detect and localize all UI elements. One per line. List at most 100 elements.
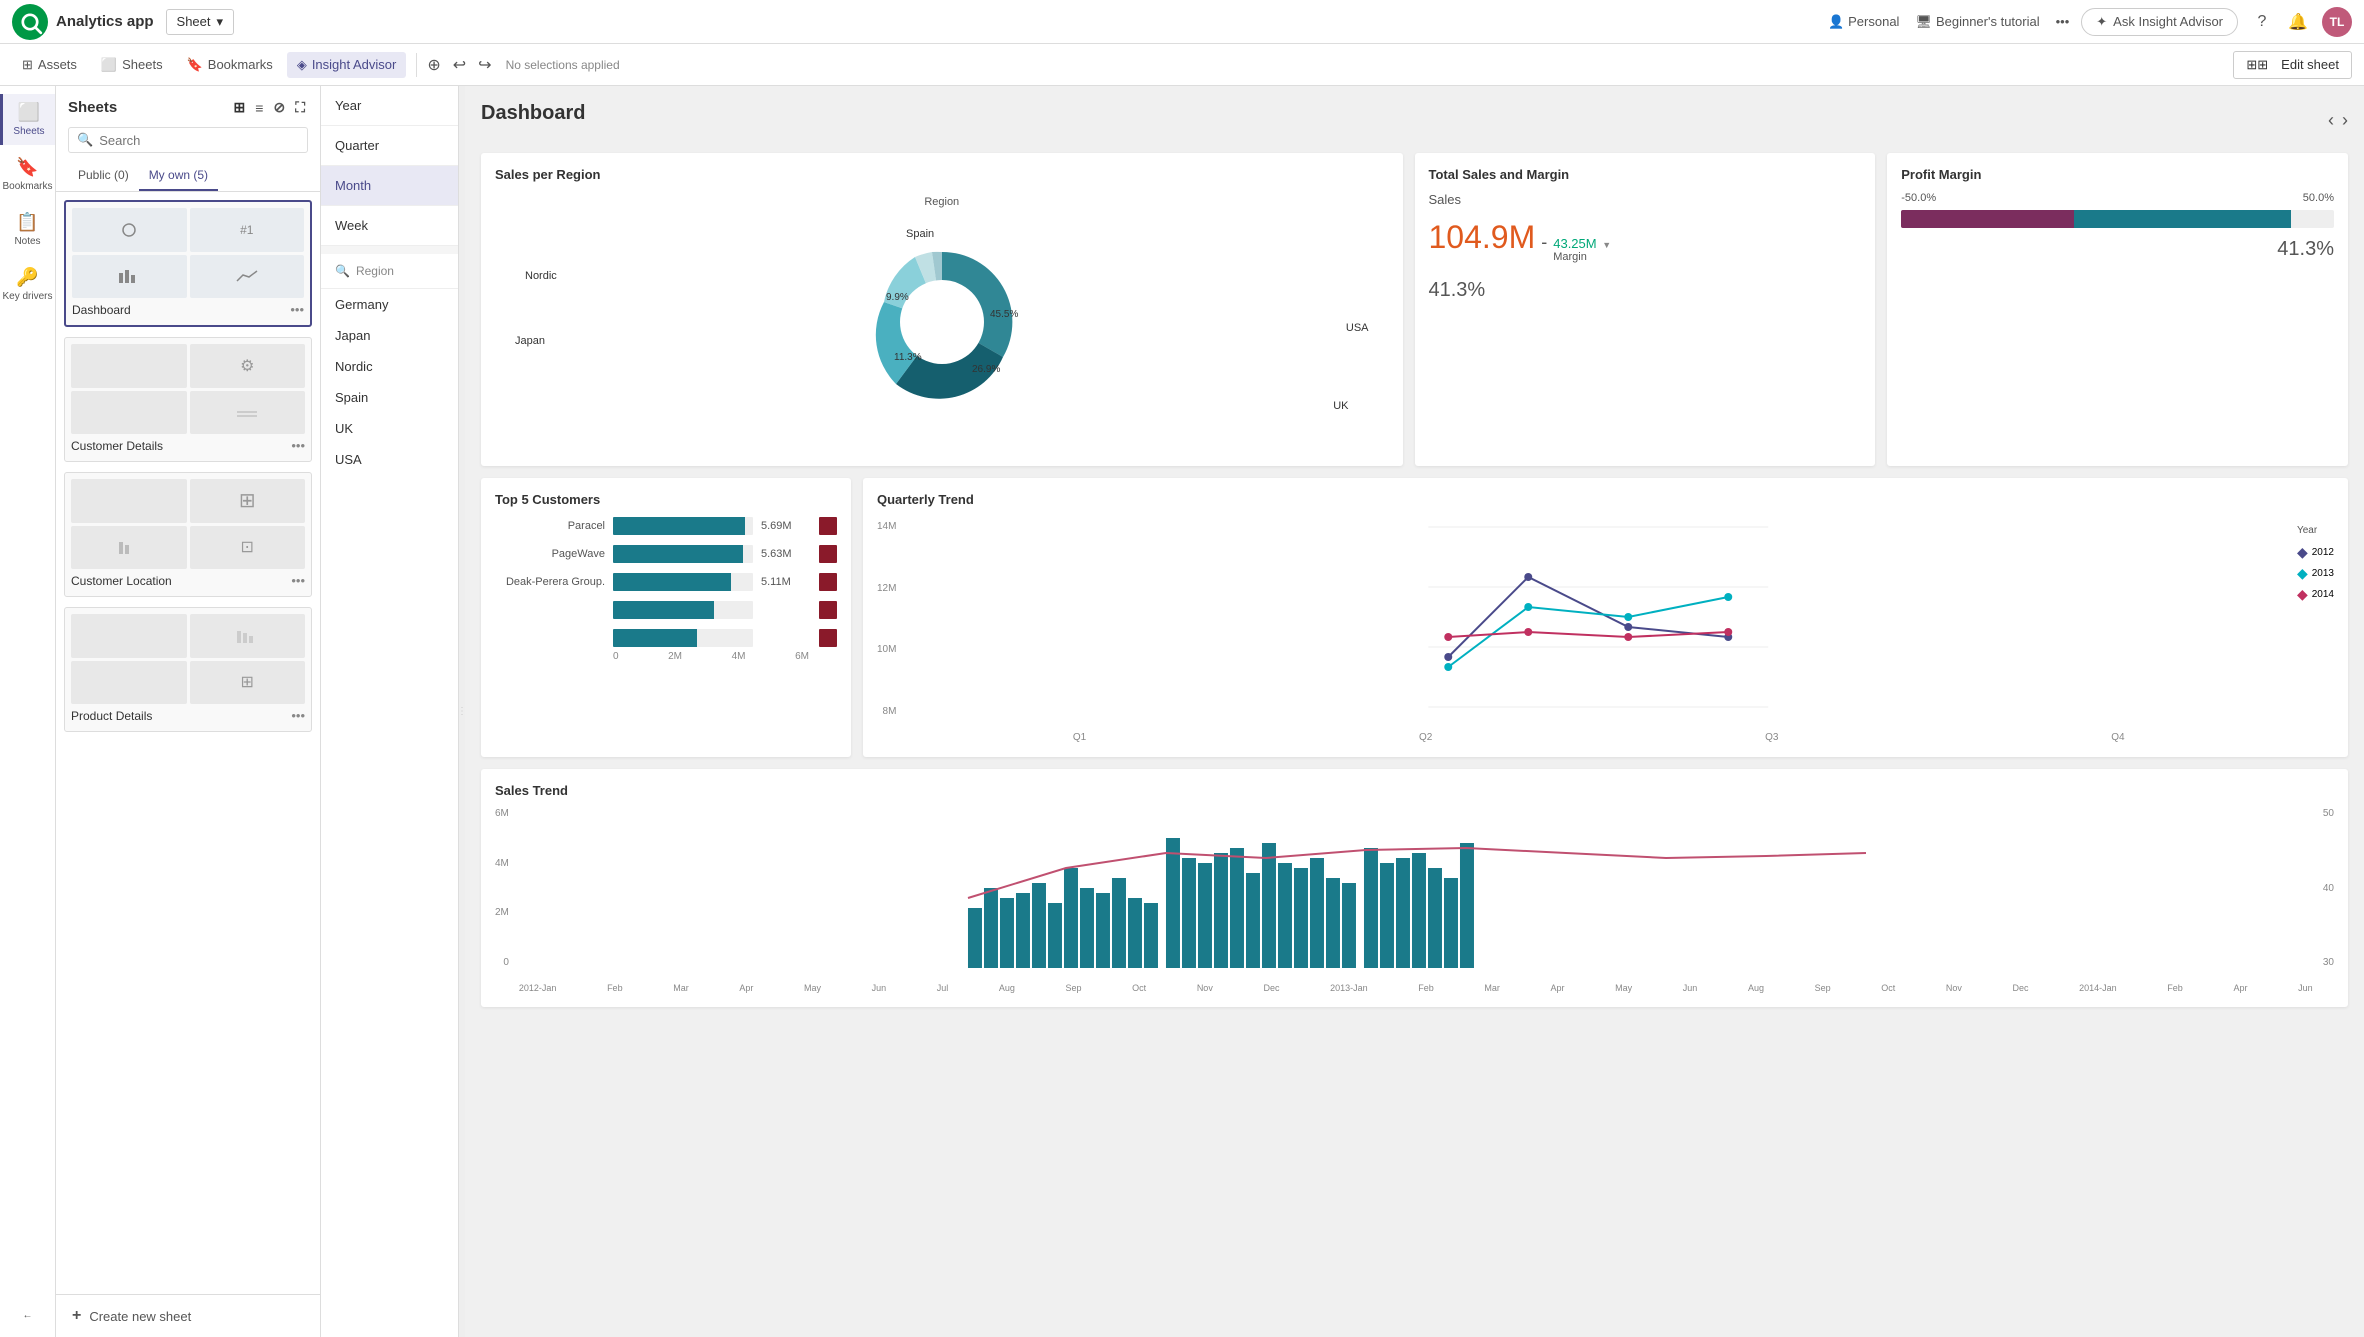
sheet-thumb-customer-location[interactable]: ⊞ ⊡ Customer Location ••• <box>64 472 312 597</box>
next-sheet-icon[interactable]: › <box>2342 110 2348 131</box>
tab-public[interactable]: Public (0) <box>68 161 139 191</box>
notes-sidebar-label: Notes <box>14 236 40 247</box>
quarterly-x-axis: Q1 Q2 Q3 Q4 <box>906 732 2291 743</box>
avatar[interactable]: TL <box>2322 7 2352 37</box>
sheet-more-icon-3[interactable]: ••• <box>291 573 305 588</box>
collapse-icon: ← <box>23 1310 33 1321</box>
st-y-6m: 6M <box>495 808 509 819</box>
thumb-cell-c2: ⚙ <box>190 344 306 388</box>
filter-region-search[interactable]: 🔍 Region <box>321 254 458 289</box>
top5-card: Top 5 Customers Paracel 5.69M PageWave <box>481 478 851 757</box>
sales-per-region-card: Sales per Region Region <box>481 153 1403 466</box>
filter-region-japan[interactable]: Japan <box>321 320 458 351</box>
charts-row-2: Top 5 Customers Paracel 5.69M PageWave <box>481 478 2348 757</box>
donut-chart-container: Region <box>495 192 1389 452</box>
sheet-thumb-dashboard[interactable]: #1 Dashboard ••• <box>64 200 312 327</box>
profit-right-label: 50.0% <box>2303 192 2334 204</box>
assets-icon: ⊞ <box>22 57 33 73</box>
nav-icons: ? 🔔 TL <box>2250 7 2352 37</box>
filter-week[interactable]: Week <box>321 206 458 246</box>
tab-my-own[interactable]: My own (5) <box>139 161 218 191</box>
x-2014-jun: Jun <box>2298 983 2313 993</box>
legend-2012: ◆ 2012 <box>2297 544 2334 561</box>
sheet-name-3: Customer Location <box>71 574 172 588</box>
sales-value: 104.9M <box>1429 219 1536 256</box>
filter-region-germany[interactable]: Germany <box>321 289 458 320</box>
charts-row-1: Sales per Region Region <box>481 153 2348 466</box>
profit-margin-title: Profit Margin <box>1901 167 2334 182</box>
total-sales-card: Total Sales and Margin Sales 104.9M - 43… <box>1415 153 1876 466</box>
x-2012-jun: Jun <box>872 983 887 993</box>
legend-2014-label: 2014 <box>2312 589 2334 600</box>
assets-button[interactable]: ⊞ Assets <box>12 52 87 78</box>
toolbar-separator <box>416 53 417 77</box>
sheet-more-icon[interactable]: ••• <box>290 302 304 317</box>
bar-axis: 0 2M 4M 6M <box>613 651 837 662</box>
filter-region-usa[interactable]: USA <box>321 444 458 475</box>
sidebar-collapse-button[interactable]: ← <box>23 1302 33 1329</box>
prev-sheet-icon[interactable]: ‹ <box>2328 110 2334 131</box>
sheet-type-dropdown[interactable]: Sheet ▾ <box>166 9 235 35</box>
svg-text:45.5%: 45.5% <box>990 309 1018 320</box>
x-2012-nov: Nov <box>1197 983 1213 993</box>
y-14m: 14M <box>877 521 896 532</box>
filter-year[interactable]: Year <box>321 86 458 126</box>
quarterly-trend-card: Quarterly Trend 14M 12M 10M 8M <box>863 478 2348 757</box>
sheet-thumb-preview-3: ⊞ ⊡ <box>71 479 305 569</box>
personal-btn[interactable]: 👤 Personal <box>1828 14 1900 30</box>
expand-btn[interactable]: ⛶ <box>292 96 308 119</box>
filter-month[interactable]: Month <box>321 166 458 206</box>
sidebar-item-sheets[interactable]: ⬜ Sheets <box>0 94 55 145</box>
sheet-more-icon-2[interactable]: ••• <box>291 438 305 453</box>
redo-icon[interactable]: ↪ <box>478 55 491 75</box>
create-new-sheet-button[interactable]: + Create new sheet <box>56 1294 320 1337</box>
st-y-4m: 4M <box>495 858 509 869</box>
sheet-search-input[interactable] <box>99 133 299 148</box>
grid-view-btn[interactable]: ⊞ <box>231 96 249 119</box>
x-q4: Q4 <box>2111 732 2124 743</box>
notification-icon[interactable]: 🔔 <box>2286 10 2310 34</box>
sheets-sidebar-label: Sheets <box>13 126 44 137</box>
sort-btn[interactable]: ⊘ <box>270 96 288 119</box>
filter-region-spain[interactable]: Spain <box>321 382 458 413</box>
sheets-button[interactable]: ⬜ Sheets <box>91 52 173 78</box>
filter-region-uk[interactable]: UK <box>321 413 458 444</box>
legend-2014-icon: ◆ <box>2297 586 2308 603</box>
filter-quarter[interactable]: Quarter <box>321 126 458 166</box>
margin-value: 43.25M <box>1553 236 1596 251</box>
smart-search-icon[interactable]: ⊕ <box>427 55 440 75</box>
nav-dots-icon[interactable]: ••• <box>2056 14 2070 29</box>
app-logo[interactable]: Analytics app <box>12 4 154 40</box>
sales-trend-y-left: 6M 4M 2M 0 <box>495 808 513 968</box>
filter-region-nordic[interactable]: Nordic <box>321 351 458 382</box>
ask-insight-button[interactable]: ✦ Ask Insight Advisor <box>2081 8 2238 36</box>
help-icon[interactable]: ? <box>2250 10 2274 34</box>
list-view-btn[interactable]: ≡ <box>252 97 266 119</box>
axis-0: 0 <box>613 651 619 662</box>
sidebar-item-notes[interactable]: 📋 Notes <box>0 204 55 255</box>
sheet-thumb-product-details[interactable]: ⊞ Product Details ••• <box>64 607 312 732</box>
sheet-thumb-footer-3: Customer Location ••• <box>71 569 305 590</box>
profit-percent: 41.3% <box>1901 238 2334 261</box>
donut-chart-svg: 45.5% 26.9% 11.3% 9.9% <box>842 212 1042 432</box>
sidebar-item-bookmarks[interactable]: 🔖 Bookmarks <box>0 149 55 200</box>
insight-icon: ◈ <box>297 57 307 73</box>
x-2014-apr: Apr <box>2233 983 2247 993</box>
y-8m: 8M <box>877 706 896 717</box>
sheet-search-box[interactable]: 🔍 <box>68 127 308 153</box>
sales-trend-wrapper: 6M 4M 2M 0 <box>495 808 2334 993</box>
bar-inner-deak <box>613 573 731 591</box>
sidebar-item-key-drivers[interactable]: 🔑 Key drivers <box>0 259 55 310</box>
usa-label: USA <box>1346 322 1369 334</box>
sales-trend-y-right: 50 40 30 <box>2319 808 2334 968</box>
sheet-more-icon-4[interactable]: ••• <box>291 708 305 723</box>
insight-advisor-button[interactable]: ◈ Insight Advisor <box>287 52 407 78</box>
bookmarks-button[interactable]: 🔖 Bookmarks <box>177 52 283 78</box>
edit-sheet-button[interactable]: ⊞⊞ Edit sheet <box>2233 51 2352 79</box>
tutorial-btn[interactable]: 🖥 Beginner's tutorial <box>1915 14 2039 30</box>
bar-row-5 <box>495 629 837 647</box>
undo-icon[interactable]: ↩ <box>453 55 466 75</box>
sheet-thumb-customer-details[interactable]: ⚙ Customer Details ••• <box>64 337 312 462</box>
main-layout: ⬜ Sheets 🔖 Bookmarks 📋 Notes 🔑 Key drive… <box>0 86 2364 1337</box>
x-2013-aug: Aug <box>1748 983 1764 993</box>
